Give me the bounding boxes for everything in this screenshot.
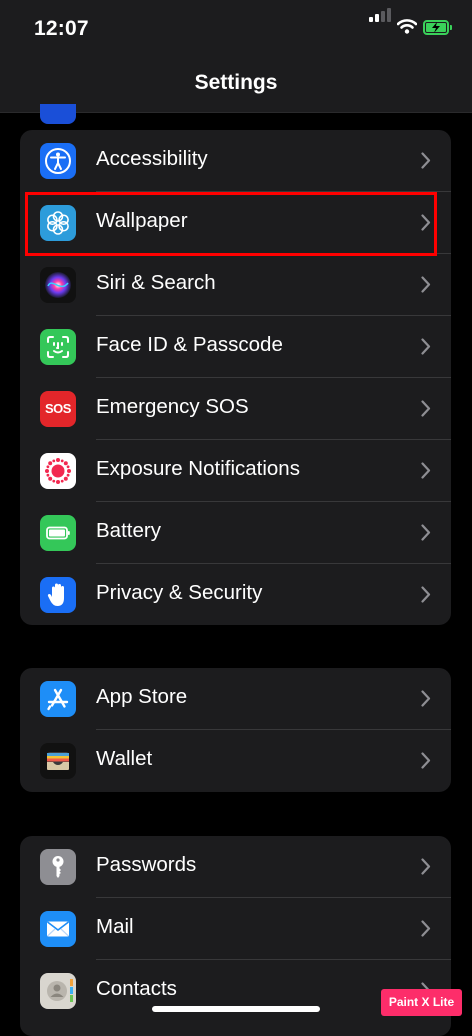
- chevron-right-icon: [421, 858, 431, 875]
- page-title: Settings: [194, 71, 278, 94]
- settings-row-face-id[interactable]: Face ID & Passcode: [20, 316, 451, 378]
- settings-row-siri-search[interactable]: Siri & Search: [20, 254, 451, 316]
- row-label: Contacts: [96, 977, 177, 1000]
- chevron-right-icon: [421, 524, 431, 541]
- chevron-right-icon: [421, 276, 431, 293]
- settings-row-battery[interactable]: Battery: [20, 502, 451, 564]
- key-icon: [40, 849, 76, 885]
- status-time: 12:07: [34, 17, 89, 40]
- contacts-icon: [40, 973, 76, 1009]
- wifi-icon: [397, 19, 417, 34]
- wallet-icon: [40, 743, 76, 779]
- settings-row-wallet[interactable]: Wallet: [20, 730, 451, 792]
- chevron-right-icon: [421, 752, 431, 769]
- chevron-right-icon: [421, 400, 431, 417]
- settings-row-exposure-notifications[interactable]: Exposure Notifications: [20, 440, 451, 502]
- settings-row-privacy-security[interactable]: Privacy & Security: [20, 564, 451, 625]
- mail-icon: [40, 911, 76, 947]
- row-label: Face ID & Passcode: [96, 333, 283, 356]
- hand-icon: [40, 577, 76, 613]
- status-bar: 12:07: [0, 0, 472, 56]
- siri-icon: [40, 267, 76, 303]
- exposure-notifications-icon: [40, 453, 76, 489]
- row-label: Wallet: [96, 747, 153, 770]
- chevron-right-icon: [421, 690, 431, 707]
- row-label: Battery: [96, 519, 161, 542]
- chevron-right-icon: [421, 462, 431, 479]
- sos-icon: SOS: [40, 391, 76, 427]
- row-label: Siri & Search: [96, 271, 216, 294]
- chevron-right-icon: [421, 152, 431, 169]
- settings-row-emergency-sos[interactable]: SOS Emergency SOS: [20, 378, 451, 440]
- row-label: Privacy & Security: [96, 581, 263, 604]
- settings-row-passwords[interactable]: Passwords: [20, 836, 451, 898]
- row-label: App Store: [96, 685, 188, 708]
- home-indicator[interactable]: [152, 1006, 320, 1012]
- watermark-badge: Paint X Lite: [381, 989, 462, 1016]
- chevron-right-icon: [421, 586, 431, 603]
- partial-row-icon: [40, 104, 76, 124]
- settings-row-accessibility[interactable]: Accessibility: [20, 130, 451, 192]
- app-store-icon: [40, 681, 76, 717]
- settings-row-mail[interactable]: Mail: [20, 898, 451, 960]
- row-label: Passwords: [96, 853, 197, 876]
- battery-icon: [40, 515, 76, 551]
- highlight-box: [25, 192, 437, 256]
- row-label: Accessibility: [96, 147, 208, 170]
- row-label: Exposure Notifications: [96, 457, 300, 480]
- settings-group-2: App Store Wallet: [20, 668, 451, 792]
- chevron-right-icon: [421, 338, 431, 355]
- settings-row-app-store[interactable]: App Store: [20, 668, 451, 730]
- face-id-icon: [40, 329, 76, 365]
- accessibility-icon: [40, 143, 76, 179]
- row-label: Mail: [96, 915, 134, 938]
- chevron-right-icon: [421, 920, 431, 937]
- battery-charging-icon: [423, 20, 452, 35]
- row-label: Emergency SOS: [96, 395, 249, 418]
